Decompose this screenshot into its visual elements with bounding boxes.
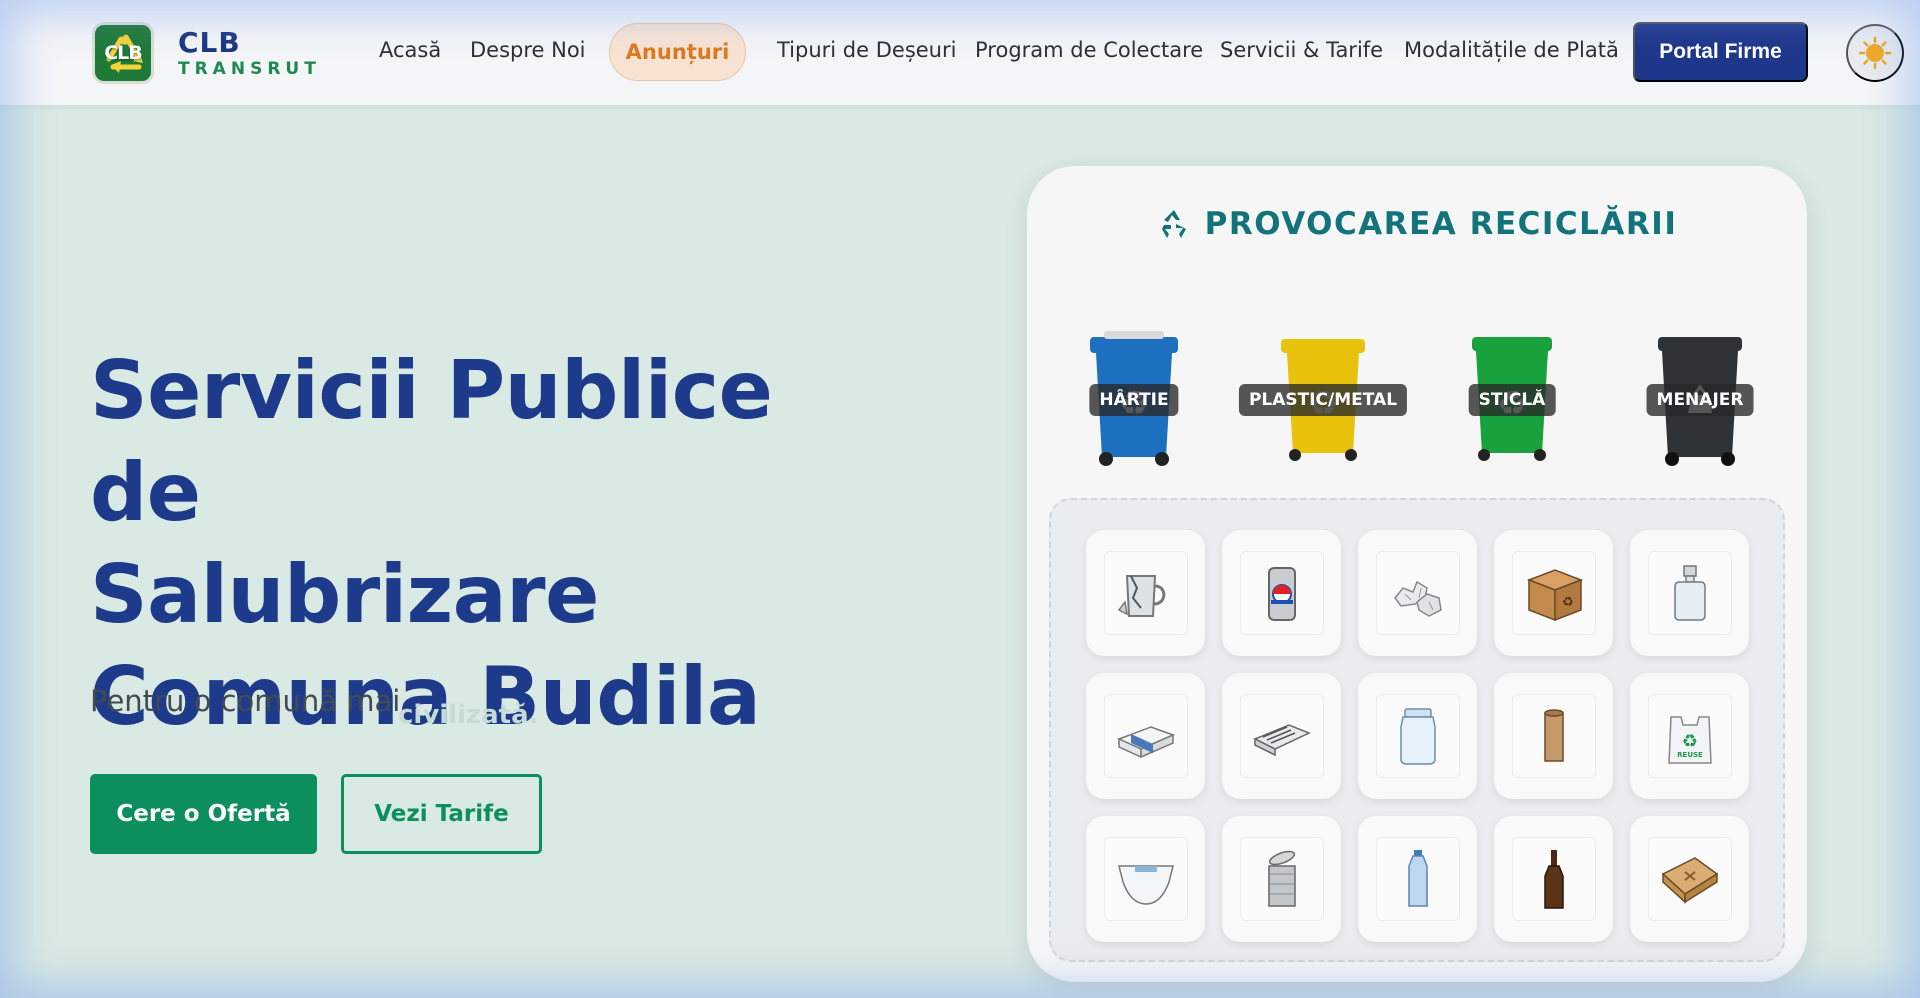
nav-home[interactable]: Acasă: [379, 38, 441, 62]
diaper-icon: [1117, 865, 1174, 905]
sun-icon: [1858, 36, 1892, 70]
theme-toggle-button[interactable]: [1846, 24, 1904, 82]
svg-text:♻: ♻: [1681, 731, 1697, 752]
item-cardboard-box[interactable]: ♻: [1494, 530, 1613, 656]
item-glass-jar[interactable]: [1358, 673, 1477, 799]
hero-title-line2: Salubrizare: [90, 548, 599, 641]
item-crumpled-paper[interactable]: [1358, 530, 1477, 656]
items-drop-zone: ♻ ♻ REUSE: [1049, 498, 1785, 962]
recycling-game-card: PROVOCAREA RECICLĂRII ♻ HÂRTIE ♻ PLASTIC…: [1027, 166, 1807, 982]
bin-plastic-metal[interactable]: ♻ PLASTIC/METAL: [1238, 316, 1408, 486]
item-cardboard-tube[interactable]: [1494, 673, 1613, 799]
bin-glass[interactable]: ♻ STICLĂ: [1427, 316, 1597, 486]
portal-firme-button[interactable]: Portal Firme: [1633, 22, 1808, 82]
top-navigation-bar: CLB CLB TRANSRUT Acasă Despre Noi Anunțu…: [0, 0, 1920, 105]
crumpled-paper-icon: [1393, 580, 1442, 617]
perfume-bottle-icon: [1673, 565, 1706, 621]
plastic-bottle-icon: [1407, 850, 1428, 907]
paper-stack-icon: [1116, 726, 1175, 759]
bin-glass-label: STICLĂ: [1468, 384, 1556, 416]
nav-services-tariffs[interactable]: Servicii & Tarife: [1220, 38, 1383, 62]
item-tin-can[interactable]: [1222, 816, 1341, 942]
nav-about[interactable]: Despre Noi: [470, 38, 586, 62]
item-newspaper[interactable]: [1222, 673, 1341, 799]
item-glass-bottle[interactable]: [1494, 816, 1613, 942]
reuse-bag-icon: ♻ REUSE: [1667, 716, 1712, 764]
cardboard-tube-icon: [1543, 709, 1564, 762]
item-diaper[interactable]: [1086, 816, 1205, 942]
glass-jar-icon: [1399, 708, 1436, 765]
nav-announcements[interactable]: Anunțuri: [609, 23, 746, 81]
game-title: PROVOCAREA RECICLĂRII: [1027, 206, 1807, 242]
item-reuse-bag[interactable]: ♻ REUSE: [1630, 673, 1749, 799]
item-soda-can[interactable]: [1222, 530, 1341, 656]
soda-can-icon: [1267, 567, 1296, 621]
brand-name[interactable]: CLB: [178, 26, 241, 59]
cardboard-box-icon: ♻: [1526, 569, 1583, 622]
glass-bottle-icon: [1543, 850, 1564, 909]
item-broken-mug[interactable]: [1086, 530, 1205, 656]
brand-subtitle[interactable]: TRANSRUT: [178, 59, 321, 79]
bin-paper[interactable]: ♻ HÂRTIE: [1049, 316, 1219, 486]
hero-typing-word: civilizată.: [398, 700, 539, 730]
item-perfume-bottle[interactable]: [1630, 530, 1749, 656]
nav-payment-methods[interactable]: Modalitățile de Plată: [1404, 38, 1619, 62]
site-logo[interactable]: CLB: [92, 22, 154, 84]
pizza-box-icon: [1661, 857, 1718, 904]
svg-text:♻: ♻: [1562, 595, 1574, 610]
game-title-text: PROVOCAREA RECICLĂRII: [1204, 206, 1678, 242]
tin-can-icon: [1267, 850, 1296, 907]
item-pizza-box[interactable]: [1630, 816, 1749, 942]
item-paper-stack[interactable]: [1086, 673, 1205, 799]
bin-household-label: MENAJER: [1646, 384, 1754, 416]
view-tariffs-button[interactable]: Vezi Tarife: [341, 774, 542, 854]
bin-plastic-metal-label: PLASTIC/METAL: [1238, 384, 1408, 416]
broken-mug-icon: [1117, 575, 1165, 617]
hero-subtitle: Pentru o comună mai: [90, 684, 401, 718]
nav-collection-schedule[interactable]: Program de Colectare: [975, 38, 1203, 62]
reuse-bag-text: REUSE: [1677, 751, 1703, 759]
hero-title-line1: Servicii Publice de: [90, 344, 773, 539]
bin-paper-label: HÂRTIE: [1089, 384, 1179, 416]
nav-waste-types[interactable]: Tipuri de Deșeuri: [777, 38, 956, 62]
logo-text: CLB: [104, 42, 143, 64]
request-offer-button[interactable]: Cere o Ofertă: [90, 774, 317, 854]
newspaper-icon: [1252, 724, 1311, 757]
bin-household[interactable]: MENAJER: [1615, 316, 1785, 486]
item-plastic-bottle[interactable]: [1358, 816, 1477, 942]
recycle-icon: [1161, 210, 1186, 238]
